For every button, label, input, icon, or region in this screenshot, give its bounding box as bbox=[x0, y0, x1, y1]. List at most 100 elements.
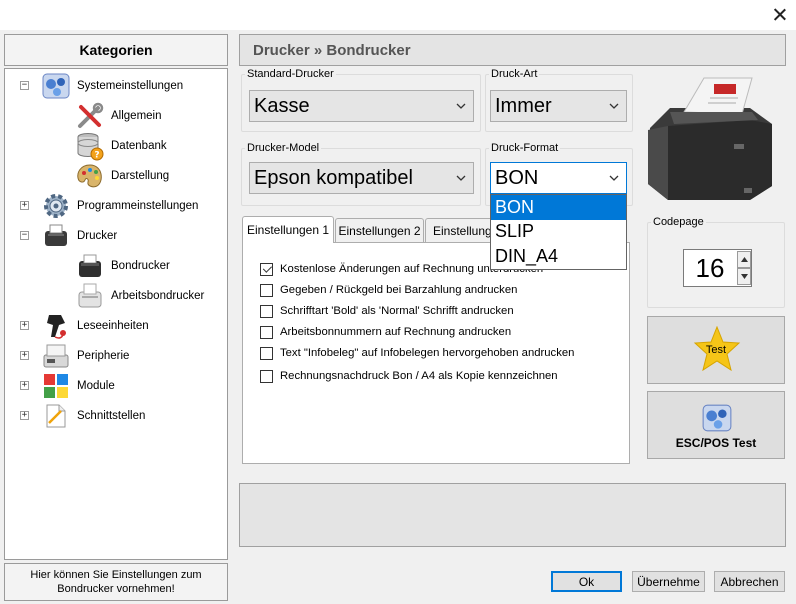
tree-item-datenbank[interactable]: ? Datenbank bbox=[75, 131, 167, 161]
system-settings-icon bbox=[702, 404, 732, 432]
tree-item-arbeitsbondrucker[interactable]: Arbeitsbondrucker bbox=[75, 281, 204, 311]
print-format-select[interactable]: BON bbox=[490, 162, 627, 194]
ok-button[interactable]: Ok bbox=[551, 571, 622, 592]
receipt-printer-icon bbox=[79, 254, 101, 277]
tab-panel-einstellungen-1: Kostenlose Änderungen auf Rechnung unter… bbox=[242, 242, 630, 464]
message-area bbox=[239, 483, 786, 547]
tree-item-schnittstellen[interactable]: Schnittstellen bbox=[41, 401, 145, 431]
expander-systemeinstellungen[interactable]: − bbox=[20, 81, 29, 90]
tree-item-darstellung[interactable]: Darstellung bbox=[75, 161, 169, 191]
tools-icon bbox=[78, 102, 104, 128]
codepage-value[interactable]: 16 bbox=[684, 250, 736, 286]
page-title: Drucker » Bondrucker bbox=[239, 34, 786, 66]
tree-item-label: Programmeinstellungen bbox=[77, 200, 199, 212]
expander-schnittstellen[interactable]: + bbox=[20, 411, 29, 420]
tree-item-drucker[interactable]: Drucker bbox=[41, 221, 117, 251]
cancel-button[interactable]: Abbrechen bbox=[714, 571, 785, 592]
escpos-test-label: ESC/POS Test bbox=[675, 436, 757, 450]
standard-printer-value: Kasse bbox=[254, 94, 310, 117]
print-type-legend: Druck-Art bbox=[491, 68, 538, 80]
checkbox[interactable] bbox=[260, 304, 273, 318]
tree-item-peripherie[interactable]: Peripherie bbox=[41, 341, 129, 371]
expander-drucker[interactable]: − bbox=[20, 231, 29, 240]
checkbox-row[interactable]: Schrifftart 'Bold' als 'Normal' Schrifft… bbox=[260, 302, 514, 320]
checkbox-row[interactable]: Text "Infobeleg" auf Infobelegen hervorg… bbox=[260, 344, 574, 362]
tree-item-label: Drucker bbox=[77, 230, 118, 242]
test-button[interactable]: Test bbox=[647, 316, 785, 384]
checkbox[interactable] bbox=[260, 369, 273, 383]
printer-icon bbox=[45, 224, 67, 246]
apply-button[interactable]: Übernehme bbox=[632, 571, 705, 592]
close-window-icon[interactable] bbox=[768, 3, 792, 27]
tree-item-label: Leseeinheiten bbox=[77, 320, 149, 332]
interfaces-icon bbox=[46, 404, 66, 428]
checkbox-row[interactable]: Gegeben / Rückgeld bei Barzahlung andruc… bbox=[260, 281, 517, 299]
tree-item-allgemein[interactable]: Allgemein bbox=[75, 101, 162, 131]
peripheral-icon bbox=[43, 344, 69, 368]
print-format-dropdown: BON SLIP DIN_A4 bbox=[490, 194, 627, 270]
option-slip[interactable]: SLIP bbox=[491, 220, 626, 245]
checkbox[interactable] bbox=[260, 283, 273, 297]
system-settings-icon bbox=[42, 73, 70, 99]
tree-item-label: Peripherie bbox=[77, 350, 130, 362]
printer-model-select[interactable]: Epson kompatibel bbox=[249, 162, 474, 194]
gear-icon bbox=[44, 194, 68, 218]
option-bon[interactable]: BON bbox=[491, 195, 626, 220]
work-printer-icon bbox=[78, 283, 102, 308]
stepper-down-button[interactable] bbox=[737, 268, 751, 285]
codepage-legend: Codepage bbox=[653, 216, 704, 228]
tree-item-label: Arbeitsbondrucker bbox=[111, 290, 205, 302]
categories-header: Kategorien bbox=[4, 34, 228, 66]
tree-item-label: Bondrucker bbox=[111, 260, 170, 272]
print-type-select[interactable]: Immer bbox=[490, 90, 627, 122]
tree-item-systemeinstellungen[interactable]: Systemeinstellungen bbox=[41, 71, 183, 101]
tab-einstellungen-1[interactable]: Einstellungen 1 bbox=[242, 216, 334, 243]
tree-item-bondrucker[interactable]: Bondrucker bbox=[75, 251, 170, 281]
checkbox-row[interactable]: Arbeitsbonnummern auf Rechnung andrucken bbox=[260, 323, 511, 341]
expander-leseeinheiten[interactable]: + bbox=[20, 321, 29, 330]
scanner-icon bbox=[47, 315, 66, 339]
escpos-test-button[interactable]: ESC/POS Test bbox=[647, 391, 785, 459]
palette-icon bbox=[77, 164, 102, 188]
checkbox-label: Rechnungsnachdruck Bon / A4 als Kopie ke… bbox=[280, 370, 558, 382]
tree-item-label: Module bbox=[77, 380, 115, 392]
checkbox[interactable] bbox=[260, 346, 273, 360]
standard-printer-select[interactable]: Kasse bbox=[249, 90, 474, 122]
hint-text: Hier können Sie Einstellungen zum Bondru… bbox=[4, 563, 228, 601]
caret-up-icon bbox=[740, 257, 748, 262]
chevron-down-icon bbox=[456, 175, 466, 181]
tree-item-label: Systemeinstellungen bbox=[77, 80, 184, 92]
checkbox[interactable] bbox=[260, 262, 273, 276]
expander-programmeinstellungen[interactable]: + bbox=[20, 201, 29, 210]
printer-model-value: Epson kompatibel bbox=[254, 166, 413, 189]
tree-item-label: Datenbank bbox=[111, 140, 167, 152]
checkbox-label: Text "Infobeleg" auf Infobelegen hervorg… bbox=[280, 347, 575, 359]
checkbox[interactable] bbox=[260, 325, 273, 339]
caret-down-icon bbox=[740, 274, 748, 279]
stepper-up-button[interactable] bbox=[737, 251, 751, 268]
print-format-value: BON bbox=[495, 166, 539, 189]
print-format-legend: Druck-Format bbox=[491, 142, 559, 154]
codepage-stepper[interactable]: 16 bbox=[683, 249, 752, 287]
standard-printer-legend: Standard-Drucker bbox=[247, 68, 334, 80]
chevron-down-icon bbox=[609, 175, 619, 181]
chevron-down-icon bbox=[456, 103, 466, 109]
tree-item-programmeinstellungen[interactable]: Programmeinstellungen bbox=[41, 191, 198, 221]
checkbox-row[interactable]: Rechnungsnachdruck Bon / A4 als Kopie ke… bbox=[260, 367, 558, 385]
print-type-value: Immer bbox=[495, 94, 552, 117]
receipt-printer-image bbox=[648, 77, 772, 200]
expander-peripherie[interactable]: + bbox=[20, 351, 29, 360]
modules-icon bbox=[44, 374, 68, 398]
tab-einstellungen-3[interactable]: Einstellungen bbox=[425, 218, 493, 242]
option-din-a4[interactable]: DIN_A4 bbox=[491, 244, 626, 269]
tree-item-leseeinheiten[interactable]: Leseeinheiten bbox=[41, 311, 149, 341]
tab-einstellungen-2[interactable]: Einstellungen 2 bbox=[335, 218, 424, 242]
test-button-label: Test bbox=[705, 344, 727, 356]
tree-item-label: Allgemein bbox=[111, 110, 162, 122]
checkbox-label: Gegeben / Rückgeld bei Barzahlung andruc… bbox=[280, 284, 518, 296]
chevron-down-icon bbox=[609, 103, 619, 109]
tree-item-label: Schnittstellen bbox=[77, 410, 146, 422]
category-tree: − Systemeinstellungen Allgemein ? Datenb… bbox=[4, 68, 228, 560]
expander-module[interactable]: + bbox=[20, 381, 29, 390]
tree-item-module[interactable]: Module bbox=[41, 371, 115, 401]
